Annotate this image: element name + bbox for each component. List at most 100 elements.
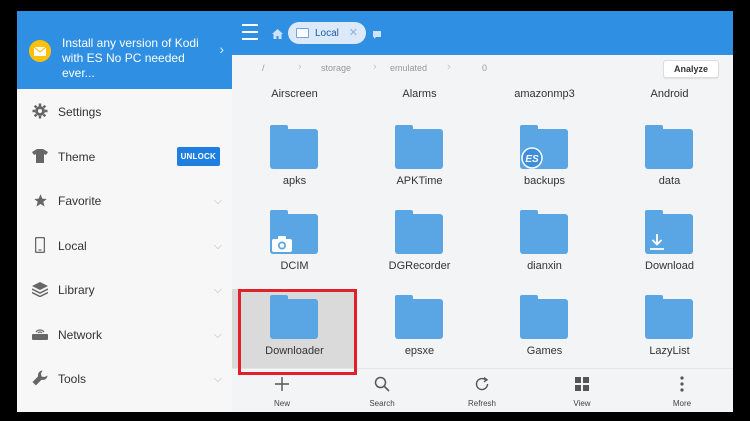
router-icon [31,325,49,343]
tab-label: Local [315,27,339,39]
promo-banner[interactable]: Install any version of Kodi with ES No P… [17,11,232,89]
folder-item[interactable]: Alarms [357,81,482,101]
sidebar-item-tools[interactable]: Tools ⌵ [17,357,232,401]
folder-name: apks [282,175,307,187]
folder-icon [395,295,443,339]
home-icon[interactable] [272,26,283,44]
chevron-down-icon: ⌵ [213,194,222,207]
sidebar-item-library[interactable]: Library ⌵ [17,268,232,312]
folder-item[interactable]: APKTime [357,125,482,205]
folder-name: amazonmp3 [514,88,575,100]
folder-icon [645,295,693,339]
camera-icon [272,236,292,252]
sidebar-item-settings[interactable]: Settings [17,90,232,134]
chevron-right-icon: › [373,61,377,73]
folder-item[interactable]: Games [482,295,607,375]
sidebar-item-label: Settings [58,105,102,119]
highlight-annotation-box [238,289,357,375]
refresh-label: Refresh [467,399,496,408]
unlock-badge[interactable]: UNLOCK [176,147,220,166]
sidebar-item-label: Local [58,239,87,253]
gear-icon [31,102,49,120]
sidebar-item-label: Theme [58,150,96,164]
folder-icon [395,125,443,169]
top-toolbar: Local ✕ [232,11,733,55]
folder-name: DCIM [280,260,309,272]
folder-icon [395,210,443,254]
search-button[interactable]: Search [332,369,432,412]
folder-icon [645,125,693,169]
folder-item[interactable]: epsxe [357,295,482,375]
close-tab-icon[interactable]: ✕ [349,26,358,39]
new-label: New [273,399,290,408]
sidebar-item-favorite[interactable]: Favorite ⌵ [17,179,232,223]
folder-name: APKTime [396,175,443,187]
folder-icon [270,125,318,169]
folder-item[interactable]: ES backups [482,125,607,205]
view-button[interactable]: View [532,369,632,412]
download-icon [650,234,664,250]
folder-name: Games [526,345,563,357]
svg-text:ES: ES [525,154,539,165]
phone-tab-icon [296,28,309,38]
sidebar-item-local[interactable]: Local ⌵ [17,224,232,268]
es-logo-icon: ES [521,147,543,169]
chevron-down-icon: ⌵ [213,328,222,341]
breadcrumb-emulated[interactable]: emulated [390,63,427,73]
phone-icon [31,236,49,254]
folder-name: DGRecorder [388,260,451,272]
sidebar-item-theme[interactable]: Theme UNLOCK [17,135,232,179]
chevron-down-icon: ⌵ [213,239,222,252]
sidebar-item-label: Tools [58,372,87,386]
folder-item[interactable]: apks [232,125,357,205]
folder-item[interactable]: amazonmp3 [482,81,607,101]
tab-local[interactable]: Local ✕ [288,22,366,44]
folder-item[interactable]: DGRecorder [357,210,482,290]
folder-name: Download [645,260,694,272]
folder-name: data [658,175,681,187]
folder-name: LazyList [649,345,690,357]
folder-name: Android [650,88,689,100]
refresh-icon [472,375,492,393]
chevron-right-icon: › [219,41,224,57]
folder-item[interactable]: DCIM [232,210,357,290]
search-icon [372,375,392,393]
folder-item[interactable]: dianxin [482,210,607,290]
sidebar-item-label: Library [58,283,95,297]
folder-item[interactable]: LazyList [607,295,732,375]
breadcrumb: / › storage › emulated › 0 Analyze [232,55,733,81]
folder-icon [645,210,693,254]
folder-icon [270,210,318,254]
hamburger-menu-icon[interactable] [242,24,260,40]
analyze-button[interactable]: Analyze [662,60,719,78]
folder-item[interactable]: Download [607,210,732,290]
folder-item[interactable]: Android [607,81,732,101]
more-button[interactable]: More [632,369,732,412]
new-button[interactable]: New [232,369,332,412]
chevron-right-icon: › [298,61,302,73]
breadcrumb-0[interactable]: 0 [482,63,487,73]
mail-icon [29,40,51,62]
breadcrumb-storage[interactable]: storage [321,63,351,73]
chevron-down-icon: ⌵ [213,283,222,296]
promo-text: Install any version of Kodi with ES No P… [62,36,199,80]
refresh-button[interactable]: Refresh [432,369,532,412]
folder-icon [520,210,568,254]
folder-name: backups [524,175,565,187]
grid-view-icon [572,375,592,393]
more-label: More [672,399,692,408]
chevron-right-icon: › [447,61,451,73]
windows-icon[interactable] [372,27,382,45]
breadcrumb-root[interactable]: / [262,63,265,73]
folder-name: Alarms [402,88,437,100]
more-vertical-icon [672,375,692,393]
folder-item[interactable]: data [607,125,732,205]
sidebar-item-network[interactable]: Network ⌵ [17,313,232,357]
folder-icon: ES [520,125,568,169]
es-file-explorer-window: Install any version of Kodi with ES No P… [17,11,733,412]
sidebar: Install any version of Kodi with ES No P… [17,11,232,412]
folder-name: Airscreen [271,88,318,100]
folder-name: epsxe [404,345,435,357]
view-label: View [573,399,591,408]
folder-item[interactable]: Airscreen [232,81,357,101]
